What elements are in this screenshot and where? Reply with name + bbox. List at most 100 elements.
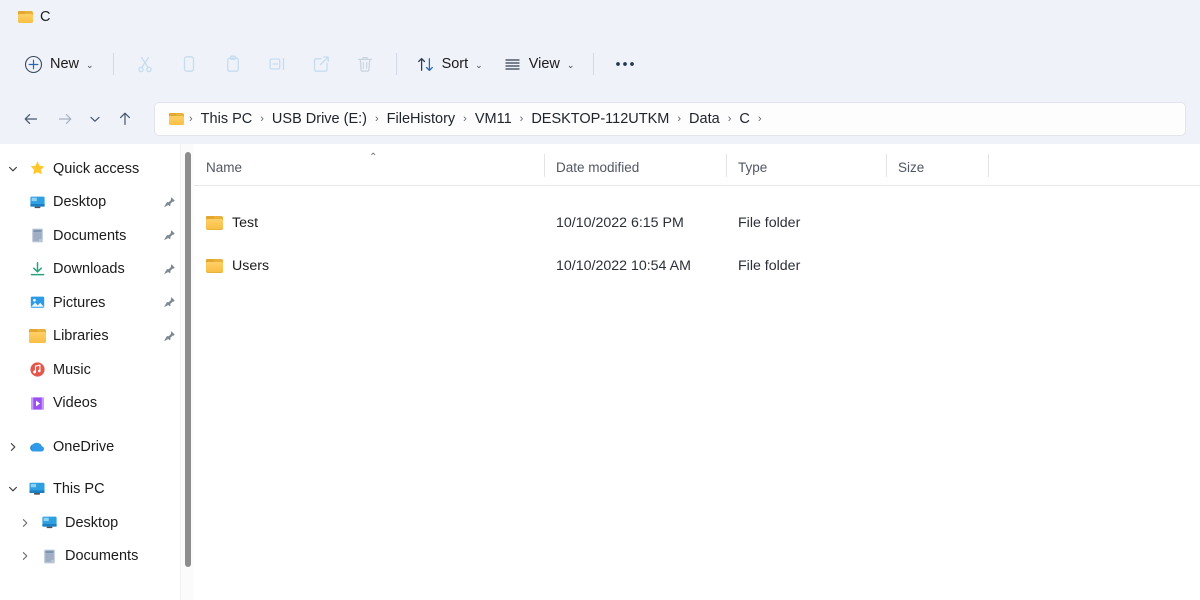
chevron-down-icon[interactable] [0, 163, 26, 175]
sidebar-item-videos[interactable]: Videos [0, 387, 194, 421]
sidebar-item-this-pc[interactable]: This PC [0, 473, 194, 507]
sidebar-item-libraries[interactable]: Libraries [0, 320, 194, 354]
copy-button[interactable] [167, 46, 211, 82]
sidebar-item-label: Videos [53, 395, 98, 412]
sidebar-item-onedrive[interactable]: OneDrive [0, 430, 194, 464]
sidebar-item-pictures[interactable]: Pictures [0, 286, 194, 320]
rename-button[interactable] [255, 46, 299, 82]
column-header-label: Size [898, 160, 925, 175]
column-header-type[interactable]: Type [726, 144, 886, 185]
arrow-left-icon [22, 110, 40, 128]
back-button[interactable] [14, 102, 48, 136]
breadcrumb-separator: › [260, 113, 264, 125]
toolbar: New ⌄ Sort ⌄ View ⌄ [0, 34, 1200, 94]
breadcrumb-separator: › [463, 113, 467, 125]
address-bar[interactable]: › This PC › USB Drive (E:) › FileHistory… [154, 102, 1186, 136]
toolbar-separator [112, 53, 114, 75]
sidebar-item-desktop[interactable]: Desktop [0, 186, 194, 220]
sidebar-item-quick-access[interactable]: Quick access [0, 152, 194, 186]
pin-icon[interactable] [163, 196, 176, 209]
column-headers: ⌃ Name Date modified Type Size [194, 144, 1200, 186]
breadcrumb-separator: › [189, 113, 193, 125]
column-header-date-modified[interactable]: Date modified [544, 144, 726, 185]
sidebar-item-documents[interactable]: Documents [0, 219, 194, 253]
column-header-name[interactable]: ⌃ Name [194, 144, 544, 185]
more-options-button[interactable] [603, 46, 647, 82]
sidebar-scrollbar[interactable] [180, 144, 194, 600]
sort-button[interactable]: Sort ⌄ [406, 46, 493, 82]
star-icon [26, 160, 48, 177]
videos-icon [26, 395, 48, 412]
desktop-icon [26, 194, 48, 211]
sidebar-item-music[interactable]: Music [0, 353, 194, 387]
pin-icon[interactable] [163, 263, 176, 276]
file-type-cell: File folder [738, 214, 801, 231]
chevron-down-icon: ⌄ [86, 59, 94, 70]
breadcrumb-this-pc[interactable]: This PC [196, 109, 258, 129]
column-header-label: Date modified [556, 160, 640, 175]
onedrive-icon [26, 438, 48, 456]
sidebar-item-label: Pictures [53, 294, 106, 311]
sidebar-item-thispc-documents[interactable]: Documents [0, 540, 194, 574]
sidebar-scrollbar-thumb[interactable] [185, 152, 191, 567]
sort-label: Sort [441, 56, 469, 72]
delete-button[interactable] [343, 46, 387, 82]
table-row[interactable]: Test 10/10/2022 6:15 PM File folder [194, 201, 1200, 244]
view-label: View [528, 56, 560, 72]
chevron-right-icon[interactable] [12, 550, 38, 562]
sort-ascending-icon: ⌃ [369, 152, 378, 163]
arrow-right-icon [56, 110, 74, 128]
forward-button[interactable] [48, 102, 82, 136]
thispc-icon [26, 480, 48, 498]
cut-button[interactable] [123, 46, 167, 82]
chevron-right-icon[interactable] [12, 517, 38, 529]
share-icon [311, 54, 331, 74]
paste-icon [223, 54, 243, 74]
folder-icon [26, 329, 48, 344]
ellipsis-icon [614, 60, 636, 68]
sidebar-item-label: Desktop [53, 194, 107, 211]
paste-button[interactable] [211, 46, 255, 82]
chevron-down-icon[interactable] [0, 483, 26, 495]
pin-icon[interactable] [163, 229, 176, 242]
chevron-right-icon[interactable] [0, 441, 26, 453]
content-area: Quick access Desktop Documents Downloads… [0, 144, 1200, 600]
pin-icon[interactable] [163, 296, 176, 309]
column-header-size[interactable]: Size [886, 144, 989, 185]
sidebar-item-downloads[interactable]: Downloads [0, 253, 194, 287]
new-label: New [50, 56, 80, 72]
trash-icon [355, 54, 375, 74]
sidebar-item-label: This PC [53, 481, 105, 498]
tab-c[interactable]: C [8, 2, 61, 32]
file-explorer-window: C New ⌄ Sort ⌄ View ⌄ › This PC › USB Dr… [0, 0, 1200, 600]
recent-locations-button[interactable] [82, 102, 108, 136]
breadcrumb-data[interactable]: Data [684, 109, 725, 129]
breadcrumb-desktop-112utkm[interactable]: DESKTOP-112UTKM [526, 109, 674, 129]
view-button[interactable]: View ⌄ [493, 46, 585, 82]
pin-icon[interactable] [163, 330, 176, 343]
rename-icon [267, 54, 287, 74]
sidebar-item-label: Music [53, 361, 91, 378]
arrow-up-icon [116, 110, 134, 128]
breadcrumb-vm11[interactable]: VM11 [470, 109, 517, 129]
up-button[interactable] [108, 102, 142, 136]
chevron-down-icon: ⌄ [475, 59, 483, 70]
breadcrumb-usb-drive[interactable]: USB Drive (E:) [267, 109, 372, 129]
file-name-cell[interactable]: Test [194, 215, 544, 231]
breadcrumb-separator: › [757, 113, 762, 125]
music-icon [26, 361, 48, 378]
new-button[interactable]: New ⌄ [14, 46, 104, 82]
file-name-cell[interactable]: Users [194, 258, 544, 274]
file-name: Test [232, 214, 259, 231]
column-header-label: Name [206, 160, 243, 175]
column-header-label: Type [738, 160, 768, 175]
file-type-cell: File folder [738, 257, 801, 274]
breadcrumb-c[interactable]: C [734, 109, 754, 129]
sidebar-item-label: Quick access [53, 160, 140, 177]
breadcrumb-filehistory[interactable]: FileHistory [382, 109, 460, 129]
table-row[interactable]: Users 10/10/2022 10:54 AM File folder [194, 244, 1200, 287]
plus-circle-icon [24, 55, 43, 74]
breadcrumb-separator: › [677, 113, 682, 125]
share-button[interactable] [299, 46, 343, 82]
sidebar-item-thispc-desktop[interactable]: Desktop [0, 506, 194, 540]
